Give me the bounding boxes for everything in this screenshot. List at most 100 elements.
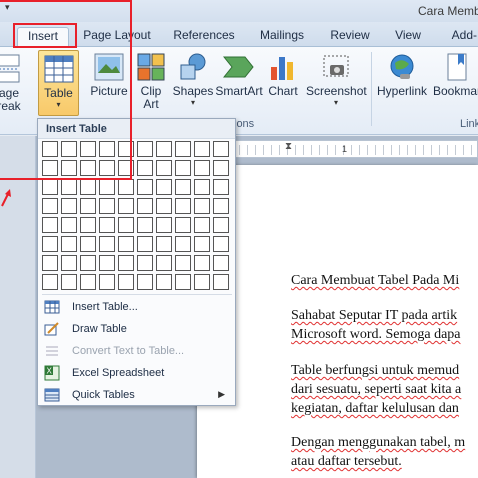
table-grid-cell[interactable] — [213, 274, 229, 290]
table-grid-cell[interactable] — [42, 236, 58, 252]
table-grid-cell[interactable] — [175, 217, 191, 233]
annotation-arrow-icon — [1, 189, 11, 207]
table-grid-cell[interactable] — [80, 236, 96, 252]
table-grid-cell[interactable] — [175, 160, 191, 176]
table-grid-cell[interactable] — [156, 141, 172, 157]
table-grid-cell[interactable] — [99, 198, 115, 214]
convert-text-icon — [46, 346, 58, 356]
tab-view[interactable]: View — [390, 27, 426, 47]
table-grid-cell[interactable] — [213, 198, 229, 214]
table-grid-cell[interactable] — [118, 236, 134, 252]
draw-table-icon — [44, 322, 59, 336]
table-grid-cell[interactable] — [99, 236, 115, 252]
table-grid-cell[interactable] — [156, 255, 172, 271]
table-grid-cell[interactable] — [213, 217, 229, 233]
table-grid-cell[interactable] — [118, 255, 134, 271]
table-grid-cell[interactable] — [61, 274, 77, 290]
table-grid-cell[interactable] — [42, 179, 58, 195]
hyperlink-icon — [390, 54, 414, 79]
table-grid-cell[interactable] — [194, 274, 210, 290]
table-grid-cell[interactable] — [137, 236, 153, 252]
table-grid-cell[interactable] — [194, 236, 210, 252]
table-grid-cell[interactable] — [175, 255, 191, 271]
table-grid-cell[interactable] — [156, 217, 172, 233]
table-grid-cell[interactable] — [194, 198, 210, 214]
horizontal-ruler[interactable]: 1 ⧗ — [230, 140, 478, 158]
clip-art-button[interactable]: Clip Art — [136, 53, 166, 111]
table-grid-cell[interactable] — [194, 160, 210, 176]
table-grid-cell[interactable] — [137, 274, 153, 290]
screenshot-button[interactable]: Screenshot ▾ — [306, 53, 367, 107]
menu-item-draw-table[interactable]: Draw Table — [38, 318, 235, 340]
table-grid-cell[interactable] — [42, 217, 58, 233]
table-grid-cell[interactable] — [137, 198, 153, 214]
shapes-icon — [180, 53, 206, 80]
table-grid-cell[interactable] — [194, 179, 210, 195]
menu-item-excel-spreadsheet[interactable]: X Excel Spreadsheet — [38, 362, 235, 384]
tab-add-ins[interactable]: Add-I — [446, 27, 478, 47]
table-grid-cell[interactable] — [61, 236, 77, 252]
table-grid-cell[interactable] — [80, 255, 96, 271]
smartart-button[interactable]: SmartArt — [214, 53, 264, 98]
table-grid-cell[interactable] — [194, 217, 210, 233]
tab-references[interactable]: References — [170, 27, 238, 47]
quick-tables-icon — [44, 388, 60, 402]
chart-button[interactable]: Chart — [266, 53, 300, 98]
tab-mailings[interactable]: Mailings — [254, 27, 310, 47]
tab-review[interactable]: Review — [325, 27, 375, 47]
group-label-illustrations: ions — [234, 118, 255, 130]
table-grid-cell[interactable] — [61, 198, 77, 214]
table-grid-cell[interactable] — [42, 198, 58, 214]
annotation-tab-highlight — [13, 23, 77, 48]
table-grid-cell[interactable] — [137, 141, 153, 157]
table-grid-cell[interactable] — [213, 141, 229, 157]
table-grid-cell[interactable] — [175, 198, 191, 214]
table-grid-cell[interactable] — [213, 236, 229, 252]
table-grid-cell[interactable] — [99, 217, 115, 233]
table-grid-cell[interactable] — [213, 160, 229, 176]
table-grid-cell[interactable] — [99, 179, 115, 195]
table-grid-cell[interactable] — [80, 198, 96, 214]
table-grid-cell[interactable] — [80, 274, 96, 290]
menu-item-quick-tables[interactable]: Quick Tables ▶ — [38, 384, 235, 406]
bookmark-button[interactable]: Bookmar — [432, 53, 478, 98]
table-grid-cell[interactable] — [80, 179, 96, 195]
table-grid-cell[interactable] — [156, 274, 172, 290]
table-grid-cell[interactable] — [175, 236, 191, 252]
table-grid-cell[interactable] — [156, 236, 172, 252]
table-grid-cell[interactable] — [156, 160, 172, 176]
hyperlink-button[interactable]: Hyperlink — [376, 53, 428, 98]
menu-item-insert-table[interactable]: Insert Table... — [38, 296, 235, 318]
table-grid-cell[interactable] — [42, 255, 58, 271]
table-grid-cell[interactable] — [213, 255, 229, 271]
screenshot-icon — [323, 55, 349, 77]
table-grid-cell[interactable] — [137, 217, 153, 233]
table-grid-cell[interactable] — [118, 179, 134, 195]
table-grid-cell[interactable] — [156, 179, 172, 195]
table-grid-cell[interactable] — [99, 274, 115, 290]
table-grid-cell[interactable] — [175, 179, 191, 195]
table-grid-cell[interactable] — [175, 274, 191, 290]
shapes-button[interactable]: Shapes ▾ — [172, 53, 214, 107]
menu-item-convert-text-to-table[interactable]: Convert Text to Table... — [38, 340, 235, 362]
table-grid-cell[interactable] — [175, 141, 191, 157]
table-grid-cell[interactable] — [194, 141, 210, 157]
table-grid-cell[interactable] — [118, 274, 134, 290]
table-grid-cell[interactable] — [61, 217, 77, 233]
table-grid-cell[interactable] — [99, 255, 115, 271]
table-grid-cell[interactable] — [137, 255, 153, 271]
table-grid-cell[interactable] — [156, 198, 172, 214]
table-grid-cell[interactable] — [118, 198, 134, 214]
table-grid-cell[interactable] — [137, 179, 153, 195]
table-grid-cell[interactable] — [42, 274, 58, 290]
table-grid-cell[interactable] — [118, 217, 134, 233]
table-grid-cell[interactable] — [61, 179, 77, 195]
table-grid-cell[interactable] — [213, 179, 229, 195]
table-grid-cell[interactable] — [137, 160, 153, 176]
document-page[interactable]: Cara Membuat Tabel Pada Mi Sahabat Seput… — [197, 165, 478, 478]
table-grid-cell[interactable] — [61, 255, 77, 271]
table-grid-cell[interactable] — [80, 217, 96, 233]
indent-marker-icon[interactable]: ⧗ — [285, 141, 292, 152]
group-label-links: Link — [460, 118, 478, 130]
table-grid-cell[interactable] — [194, 255, 210, 271]
